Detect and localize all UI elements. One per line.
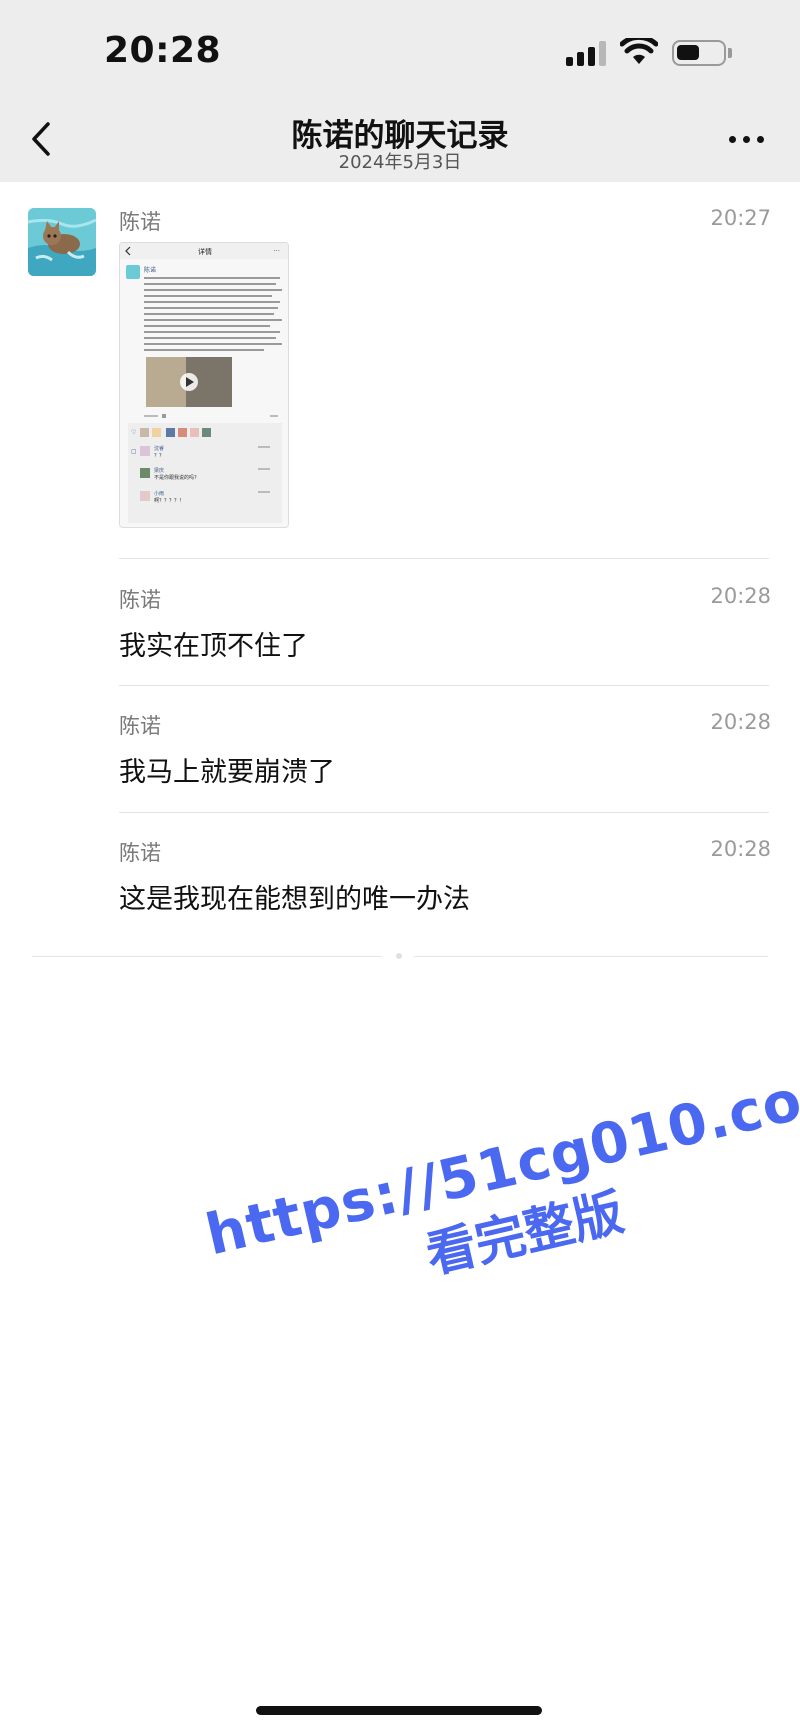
battery-cap: [728, 48, 732, 58]
thumb-comment-name: 沈睿: [154, 445, 164, 452]
thumb-comment-text: 不是你跟我说的吗?: [154, 474, 197, 481]
message-time: 20:28: [710, 710, 771, 734]
message-item: 陈诺 20:27 详情 ··· 陈诺 ♡ ▢ 沈睿 ？？ 梁庆 不是你跟我说的吗…: [119, 206, 771, 536]
message-item: 陈诺 20:28 我实在顶不住了: [119, 584, 771, 664]
message-item: 陈诺 20:28 我马上就要崩溃了: [119, 710, 771, 790]
cellular-signal-icon: [566, 40, 610, 66]
message-divider: [119, 685, 769, 686]
message-text: 我实在顶不住了: [119, 631, 308, 662]
home-indicator[interactable]: [256, 1706, 542, 1715]
page-date: 2024年5月3日: [338, 152, 462, 173]
message-divider: [119, 558, 769, 559]
thumb-header-title: 详情: [198, 247, 212, 256]
message-sender: 陈诺: [119, 714, 161, 738]
end-of-list-line: [32, 956, 382, 957]
svg-text:▢: ▢: [131, 448, 137, 455]
svg-text:♡: ♡: [131, 429, 136, 436]
avatar[interactable]: [28, 208, 96, 276]
message-divider: [119, 812, 769, 813]
status-time: 20:28: [104, 30, 222, 71]
message-image-thumbnail[interactable]: 详情 ··· 陈诺 ♡ ▢ 沈睿 ？？ 梁庆 不是你跟我说的吗? 小雨 啊？？？…: [119, 242, 289, 528]
thumb-comment-text: ？？: [154, 453, 164, 459]
wifi-icon: [620, 38, 658, 64]
message-sender: 陈诺: [119, 841, 161, 865]
message-time: 20:27: [710, 206, 771, 230]
message-text: 这是我现在能想到的唯一办法: [119, 884, 470, 915]
svg-text:···: ···: [273, 247, 280, 255]
message-item: 陈诺 20:28 这是我现在能想到的唯一办法: [119, 837, 771, 917]
end-of-list-dot: [396, 953, 402, 959]
message-sender: 陈诺: [119, 588, 161, 612]
top-header: 20:28 陈诺的聊天记录 2024年5月3日: [0, 0, 800, 182]
thumb-comment-name: 梁庆: [154, 467, 164, 474]
watermark: https://51cg010.com 看完整版: [200, 1055, 800, 1335]
thumb-comment-name: 小雨: [154, 490, 164, 497]
battery-icon: [672, 40, 726, 66]
message-time: 20:28: [710, 837, 771, 861]
more-options-icon[interactable]: [724, 128, 770, 152]
screenshot-preview-image: 详情 ··· 陈诺 ♡ ▢ 沈睿 ？？ 梁庆 不是你跟我说的吗? 小雨 啊？？？…: [120, 243, 288, 527]
thumb-post-author: 陈诺: [144, 266, 156, 274]
thumb-comment-text: 啊？？？？！: [154, 498, 184, 504]
message-time: 20:28: [710, 584, 771, 608]
avatar-cat-swimming-image: [28, 208, 96, 276]
message-text: 我马上就要崩溃了: [119, 757, 335, 788]
message-sender: 陈诺: [119, 210, 161, 234]
end-of-list-line: [414, 956, 768, 957]
